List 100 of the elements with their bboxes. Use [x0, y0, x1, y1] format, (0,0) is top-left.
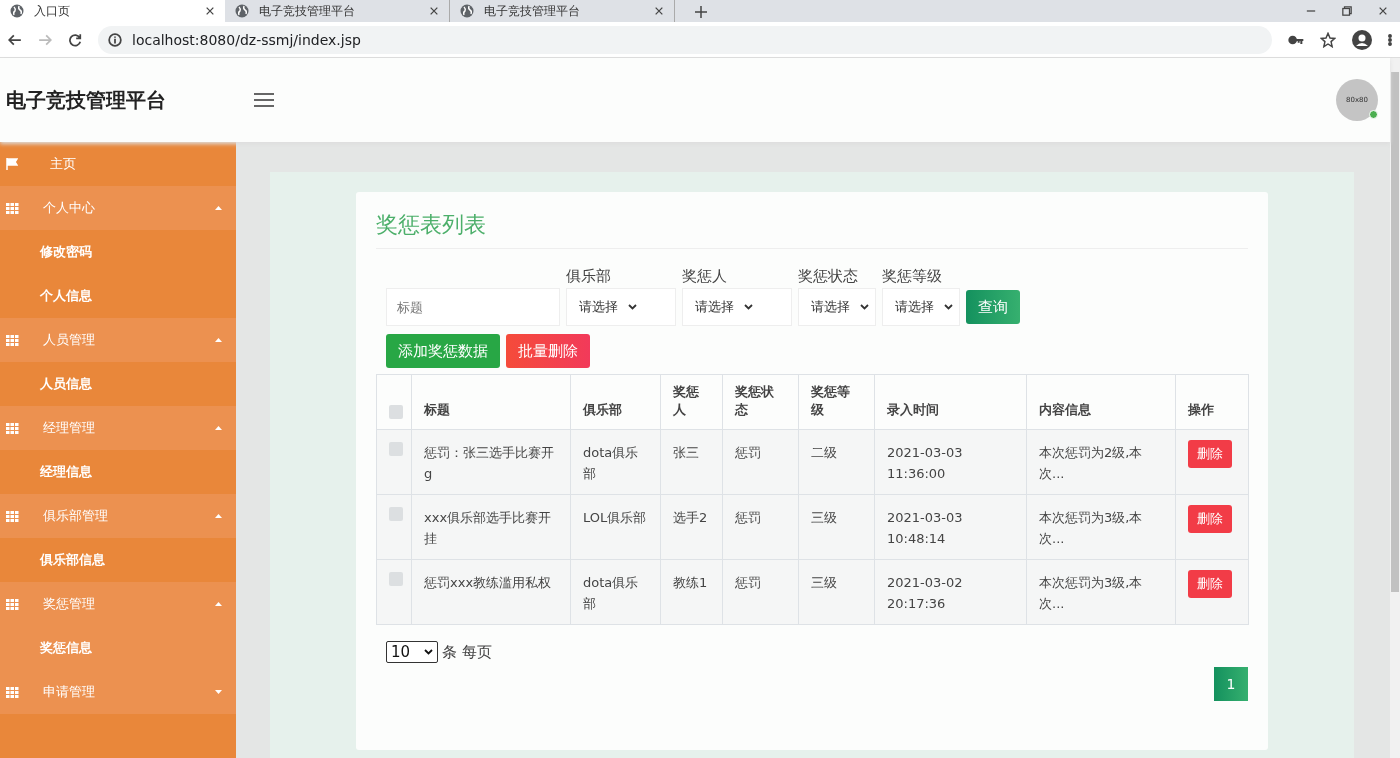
- delete-button[interactable]: 删除: [1188, 440, 1232, 468]
- delete-button[interactable]: 删除: [1188, 570, 1232, 598]
- profile-icon[interactable]: [1352, 29, 1372, 50]
- grid-icon: [6, 422, 19, 434]
- address-bar[interactable]: localhost:8080/dz-ssmj/index.jsp: [98, 25, 1272, 54]
- column-header: 俱乐部: [570, 374, 661, 430]
- menu-icon[interactable]: [254, 93, 274, 107]
- table-cell: 本次惩罚为3级,本次...: [1026, 494, 1176, 560]
- select-field[interactable]: 请选择: [798, 288, 876, 326]
- table-cell: 二级: [798, 429, 875, 495]
- scrollbar[interactable]: [1390, 58, 1400, 758]
- grid-icon: [6, 202, 19, 214]
- caret-icon: [215, 426, 222, 430]
- column-header: 奖惩状态: [722, 374, 799, 430]
- more-icon[interactable]: [1388, 32, 1392, 47]
- globe-icon: [235, 4, 249, 18]
- column-header: 奖惩人: [660, 374, 723, 430]
- grid-icon: [6, 686, 19, 698]
- sidebar-item[interactable]: 个人信息: [0, 274, 236, 318]
- page-title: 奖惩表列表: [376, 206, 1248, 249]
- table-cell: 教练1: [660, 559, 723, 625]
- select-field[interactable]: 请选择: [882, 288, 960, 326]
- grid-icon: [6, 334, 19, 346]
- select-all-checkbox[interactable]: [389, 405, 403, 419]
- table-cell: 惩罚xxx教练滥用私权: [411, 559, 571, 625]
- filter-label: 奖惩等级: [882, 267, 943, 286]
- caret-icon: [215, 206, 222, 210]
- sidebar-item[interactable]: 人员信息: [0, 362, 236, 406]
- search-button[interactable]: 查询: [966, 290, 1020, 324]
- sidebar-group[interactable]: 个人中心: [0, 186, 236, 230]
- sidebar-group[interactable]: 经理管理: [0, 406, 236, 450]
- table-cell: 三级: [798, 559, 875, 625]
- chevron-icon: [944, 304, 953, 310]
- column-header: 奖惩等级: [798, 374, 875, 430]
- sidebar-item[interactable]: 修改密码: [0, 230, 236, 274]
- back-icon[interactable]: [8, 32, 22, 47]
- table-cell: 惩罚: [722, 429, 799, 495]
- table-cell: LOL俱乐部: [570, 494, 661, 560]
- chevron-icon: [424, 649, 433, 655]
- table-cell: 张三: [660, 429, 723, 495]
- column-header: 操作: [1175, 374, 1249, 430]
- filter-label: 俱乐部: [566, 267, 612, 286]
- grid-icon: [6, 510, 19, 522]
- site-title: 电子竞技管理平台: [5, 86, 167, 114]
- row-checkbox[interactable]: [389, 442, 403, 456]
- page-size-label: 条 每页: [442, 642, 492, 662]
- sidebar-item[interactable]: 俱乐部信息: [0, 538, 236, 582]
- sidebar-group[interactable]: 奖惩管理: [0, 582, 236, 626]
- table-cell: dota俱乐部: [570, 429, 661, 495]
- page-size-select[interactable]: 10: [386, 641, 438, 663]
- table-cell: 2021-03-02 20:17:36: [874, 559, 1027, 625]
- caret-icon: [215, 602, 222, 606]
- row-checkbox[interactable]: [389, 572, 403, 586]
- globe-icon: [10, 4, 24, 18]
- caret-icon: [215, 338, 222, 342]
- sidebar-item[interactable]: 奖惩信息: [0, 626, 236, 670]
- star-icon[interactable]: [1320, 31, 1336, 48]
- globe-icon: [460, 4, 474, 18]
- column-header: 录入时间: [874, 374, 1027, 430]
- chevron-icon: [860, 304, 869, 310]
- page-button[interactable]: 1: [1214, 667, 1248, 701]
- filter-label: 奖惩状态: [798, 267, 859, 286]
- close-icon[interactable]: [429, 6, 439, 16]
- add-button[interactable]: 添加奖惩数据: [386, 334, 500, 368]
- sidebar-item[interactable]: 主页: [0, 142, 236, 186]
- grid-icon: [6, 598, 19, 610]
- table-cell: 惩罚：张三选手比赛开g: [411, 429, 571, 495]
- flag-icon: [6, 158, 18, 170]
- restore-icon[interactable]: [1342, 6, 1352, 16]
- close-icon[interactable]: [1378, 6, 1388, 16]
- table-cell: 三级: [798, 494, 875, 560]
- caret-icon: [215, 690, 222, 694]
- delete-button[interactable]: 删除: [1188, 505, 1232, 533]
- info-icon: [108, 32, 122, 47]
- reload-icon[interactable]: [68, 32, 82, 47]
- chevron-icon: [628, 304, 637, 310]
- title-field[interactable]: 标题: [386, 288, 560, 326]
- caret-icon: [215, 514, 222, 518]
- table-cell: 惩罚: [722, 559, 799, 625]
- row-checkbox[interactable]: [389, 507, 403, 521]
- select-field[interactable]: 请选择: [566, 288, 676, 326]
- table-cell: 本次惩罚为3级,本次...: [1026, 559, 1176, 625]
- select-field[interactable]: 请选择: [682, 288, 792, 326]
- table-cell: 2021-03-03 10:48:14: [874, 494, 1027, 560]
- table-cell: 惩罚: [722, 494, 799, 560]
- browser-tab[interactable]: 入口页: [0, 0, 225, 22]
- filter-label: 奖惩人: [682, 267, 728, 286]
- close-icon[interactable]: [654, 6, 664, 16]
- table-cell: dota俱乐部: [570, 559, 661, 625]
- sidebar-group[interactable]: 人员管理: [0, 318, 236, 362]
- column-header: 标题: [411, 374, 571, 430]
- sidebar-item[interactable]: 经理信息: [0, 450, 236, 494]
- close-icon[interactable]: [205, 6, 215, 16]
- column-header: 内容信息: [1026, 374, 1176, 430]
- table-cell: 本次惩罚为2级,本次...: [1026, 429, 1176, 495]
- chevron-icon: [744, 304, 753, 310]
- sidebar-group[interactable]: 申请管理: [0, 670, 236, 714]
- plus-icon[interactable]: [695, 6, 707, 18]
- sidebar-group[interactable]: 俱乐部管理: [0, 494, 236, 538]
- batch-delete-button[interactable]: 批量删除: [506, 334, 590, 368]
